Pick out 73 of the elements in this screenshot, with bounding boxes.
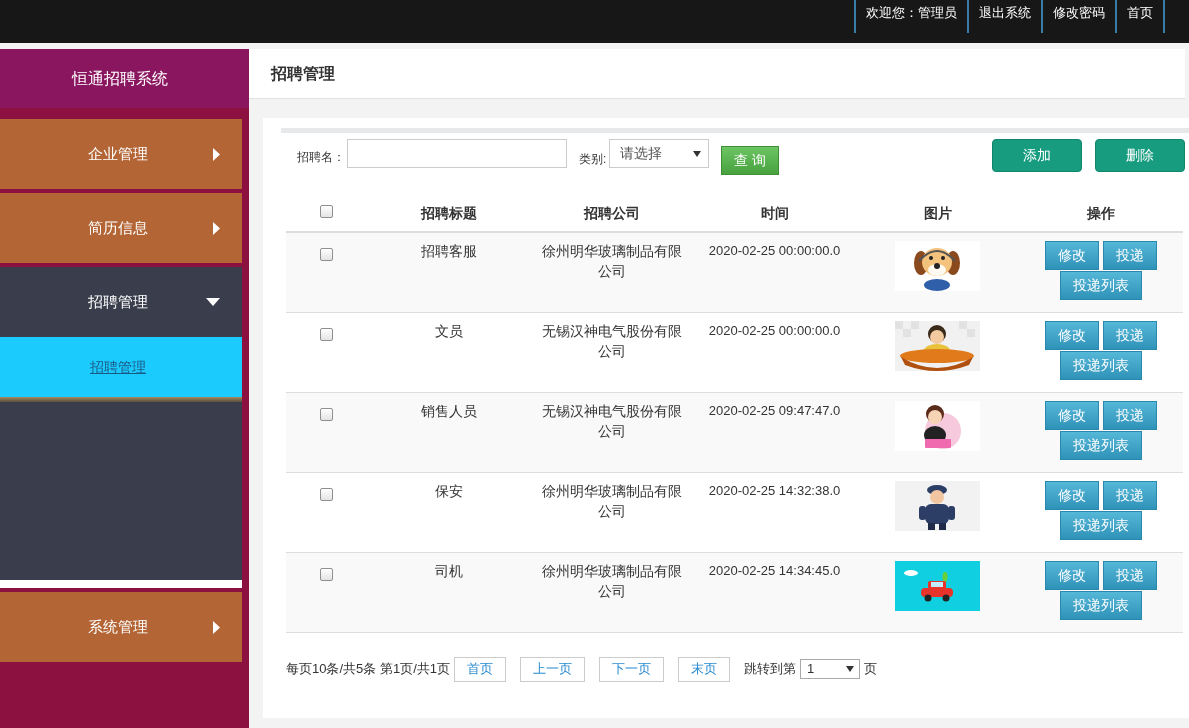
pagination-button[interactable]: 上一页 (520, 656, 585, 682)
checkbox[interactable] (320, 487, 333, 501)
table-cell: 2020-02-25 14:32:38.0 (693, 472, 856, 552)
table-cell: 无锡汉神电气股份有限公司 (531, 312, 693, 392)
app-title: 恒通招聘系统 (0, 49, 249, 108)
jump-label: 跳转到第 (744, 660, 796, 679)
checkbox[interactable] (320, 248, 333, 261)
submenu-item[interactable]: 招聘管理 (0, 337, 242, 397)
table-cell: 2020-02-25 00:00:00.0 (693, 312, 856, 392)
sidebar-menu-item[interactable]: 系统管理 (0, 592, 242, 662)
query-button[interactable]: 查 询 (721, 146, 780, 175)
caret-right-icon (213, 221, 220, 235)
table-cell: 徐州明华玻璃制品有限公司 (531, 472, 693, 552)
table-cell: 2020-02-25 09:47:47.0 (693, 392, 856, 472)
action-button[interactable]: 修改 (1045, 560, 1099, 590)
action-button[interactable]: 投递列表 (1060, 590, 1142, 620)
caret-right-icon (213, 620, 220, 634)
category-select[interactable]: 请选择 (609, 139, 710, 168)
table-cell: 徐州明华玻璃制品有限公司 (531, 552, 693, 632)
checkbox[interactable] (320, 407, 333, 421)
pagination-button[interactable]: 末页 (678, 656, 730, 682)
caret-right-icon (213, 147, 220, 161)
action-button[interactable]: 修改 (1045, 480, 1099, 510)
table-cell: 徐州明华玻璃制品有限公司 (531, 232, 693, 312)
column-header: 图片 (856, 195, 1019, 232)
table-cell: 招聘客服 (367, 232, 531, 312)
caret-down-icon (693, 150, 702, 157)
nav-link[interactable]: 修改密码 (1041, 0, 1115, 33)
caret-down-icon (206, 298, 220, 306)
sidebar-menu-item[interactable]: 简历信息 (0, 193, 242, 263)
nav-link[interactable]: 首页 (1115, 0, 1165, 33)
action-button[interactable]: 投递 (1103, 400, 1157, 430)
checkbox[interactable] (320, 205, 333, 218)
sidebar-menu-item[interactable]: 招聘管理 (0, 267, 242, 337)
nav-link[interactable]: 退出系统 (967, 0, 1041, 33)
action-button[interactable]: 修改 (1045, 241, 1099, 270)
caret-down-icon (846, 666, 854, 672)
toolbar-button[interactable]: 删除 (1095, 139, 1185, 172)
action-button[interactable]: 投递 (1103, 560, 1157, 590)
table-cell: 司机 (367, 552, 531, 632)
sidebar-menu-item[interactable]: 企业管理 (0, 119, 242, 189)
action-button[interactable]: 投递 (1103, 320, 1157, 350)
checkbox[interactable] (320, 327, 333, 341)
action-button[interactable]: 修改 (1045, 320, 1099, 350)
action-button[interactable]: 投递列表 (1060, 510, 1142, 540)
table-cell: 2020-02-25 00:00:00.0 (693, 232, 856, 312)
table-cell: 保安 (367, 472, 531, 552)
action-button[interactable]: 投递列表 (1060, 350, 1142, 380)
action-button[interactable]: 投递列表 (1060, 271, 1142, 300)
column-header: 招聘标题 (367, 195, 531, 232)
field-label: 招聘名： (297, 150, 345, 164)
pagination-summary: 每页10条/共5条 第1页/共1页 (286, 660, 450, 679)
name-input[interactable] (347, 139, 567, 168)
column-header: 操作 (1019, 195, 1183, 232)
column-header: 招聘公司 (531, 195, 693, 232)
page-select[interactable]: 1 (800, 659, 860, 679)
table-cell: 销售人员 (367, 392, 531, 472)
action-button[interactable]: 投递 (1103, 480, 1157, 510)
pagination-button[interactable]: 首页 (454, 656, 506, 682)
column-header: 时间 (693, 195, 856, 232)
action-button[interactable]: 投递 (1103, 241, 1157, 270)
checkbox[interactable] (320, 567, 333, 581)
action-button[interactable]: 修改 (1045, 400, 1099, 430)
table-cell: 文员 (367, 312, 531, 392)
toolbar-button[interactable]: 添加 (992, 139, 1082, 172)
page-suffix: 页 (864, 660, 877, 679)
field-label: 类别: (579, 152, 607, 166)
welcome-text: 欢迎您：管理员 (854, 0, 967, 33)
pagination-button[interactable]: 下一页 (599, 656, 664, 682)
page-title: 招聘管理 (271, 63, 335, 84)
table-cell: 2020-02-25 14:34:45.0 (693, 552, 856, 632)
table-cell: 无锡汉神电气股份有限公司 (531, 392, 693, 472)
action-button[interactable]: 投递列表 (1060, 430, 1142, 460)
